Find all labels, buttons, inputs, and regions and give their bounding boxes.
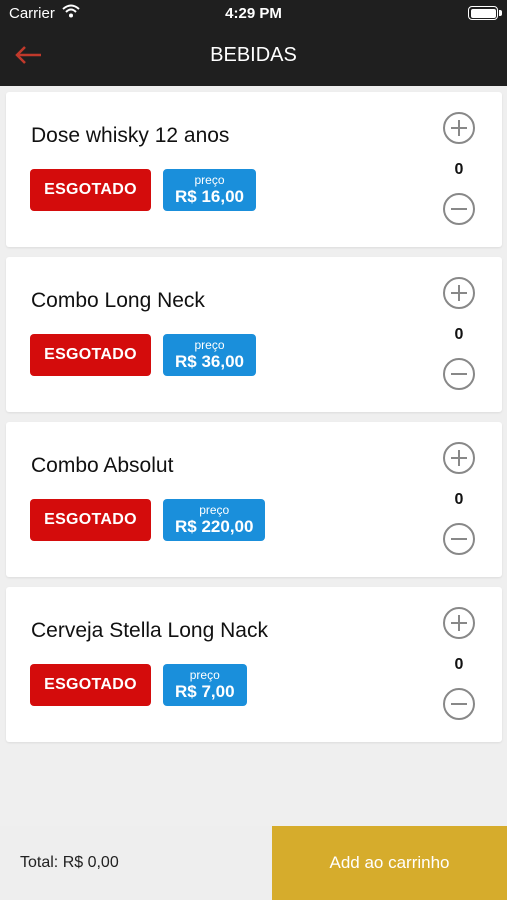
product-name: Combo Long Neck — [31, 289, 205, 312]
minus-circle-icon — [443, 358, 475, 390]
page-title: BEBIDAS — [210, 44, 297, 66]
price-label: preço — [194, 338, 225, 352]
price-value: R$ 220,00 — [175, 517, 254, 536]
status-bar: Carrier 4:29 PM — [0, 0, 507, 28]
increment-button[interactable] — [442, 276, 476, 310]
header: Carrier 4:29 PM BEBIDAS — [0, 0, 507, 86]
quantity-value: 0 — [454, 491, 464, 508]
plus-circle-icon — [443, 607, 475, 639]
minus-circle-icon — [443, 688, 475, 720]
product-card: Combo Long Neck ESGOTADO preço R$ 36,00 … — [6, 257, 502, 412]
increment-button[interactable] — [442, 111, 476, 145]
price-value: R$ 36,00 — [175, 352, 244, 371]
clock: 4:29 PM — [225, 5, 282, 22]
product-name: Dose whisky 12 anos — [31, 124, 230, 147]
decrement-button[interactable] — [442, 357, 476, 391]
increment-button[interactable] — [442, 441, 476, 475]
decrement-button[interactable] — [442, 192, 476, 226]
product-name: Cerveja Stella Long Nack — [31, 619, 268, 642]
quantity-stepper: 0 — [442, 111, 476, 231]
sold-out-badge: ESGOTADO — [30, 499, 151, 541]
increment-button[interactable] — [442, 606, 476, 640]
quantity-value: 0 — [454, 161, 464, 178]
product-card: Dose whisky 12 anos ESGOTADO preço R$ 16… — [6, 92, 502, 247]
price-label: preço — [189, 668, 220, 682]
decrement-button[interactable] — [442, 687, 476, 721]
quantity-stepper: 0 — [442, 441, 476, 561]
price-label: preço — [199, 503, 230, 517]
quantity-stepper: 0 — [442, 606, 476, 726]
plus-circle-icon — [443, 277, 475, 309]
price-badge: preço R$ 16,00 — [163, 169, 256, 211]
price-badge: preço R$ 7,00 — [163, 664, 247, 706]
product-list: Dose whisky 12 anos ESGOTADO preço R$ 16… — [6, 92, 502, 752]
sold-out-badge: ESGOTADO — [30, 334, 151, 376]
add-to-cart-button[interactable]: Add ao carrinho — [272, 826, 507, 900]
price-label: preço — [194, 173, 225, 187]
product-card: Combo Absolut ESGOTADO preço R$ 220,00 0 — [6, 422, 502, 577]
sold-out-badge: ESGOTADO — [30, 664, 151, 706]
minus-circle-icon — [443, 193, 475, 225]
decrement-button[interactable] — [442, 522, 476, 556]
product-card: Cerveja Stella Long Nack ESGOTADO preço … — [6, 587, 502, 742]
price-badge: preço R$ 36,00 — [163, 334, 256, 376]
product-name: Combo Absolut — [31, 454, 174, 477]
quantity-value: 0 — [454, 656, 464, 673]
quantity-value: 0 — [454, 326, 464, 343]
footer-bar: Total: R$ 0,00 Add ao carrinho — [0, 826, 507, 900]
plus-circle-icon — [443, 112, 475, 144]
plus-circle-icon — [443, 442, 475, 474]
price-value: R$ 16,00 — [175, 187, 244, 206]
price-badge: preço R$ 220,00 — [163, 499, 266, 541]
quantity-stepper: 0 — [442, 276, 476, 396]
minus-circle-icon — [443, 523, 475, 555]
total-label: Total: R$ 0,00 — [20, 854, 119, 871]
sold-out-badge: ESGOTADO — [30, 169, 151, 211]
battery-icon — [468, 6, 502, 20]
price-value: R$ 7,00 — [175, 682, 235, 701]
